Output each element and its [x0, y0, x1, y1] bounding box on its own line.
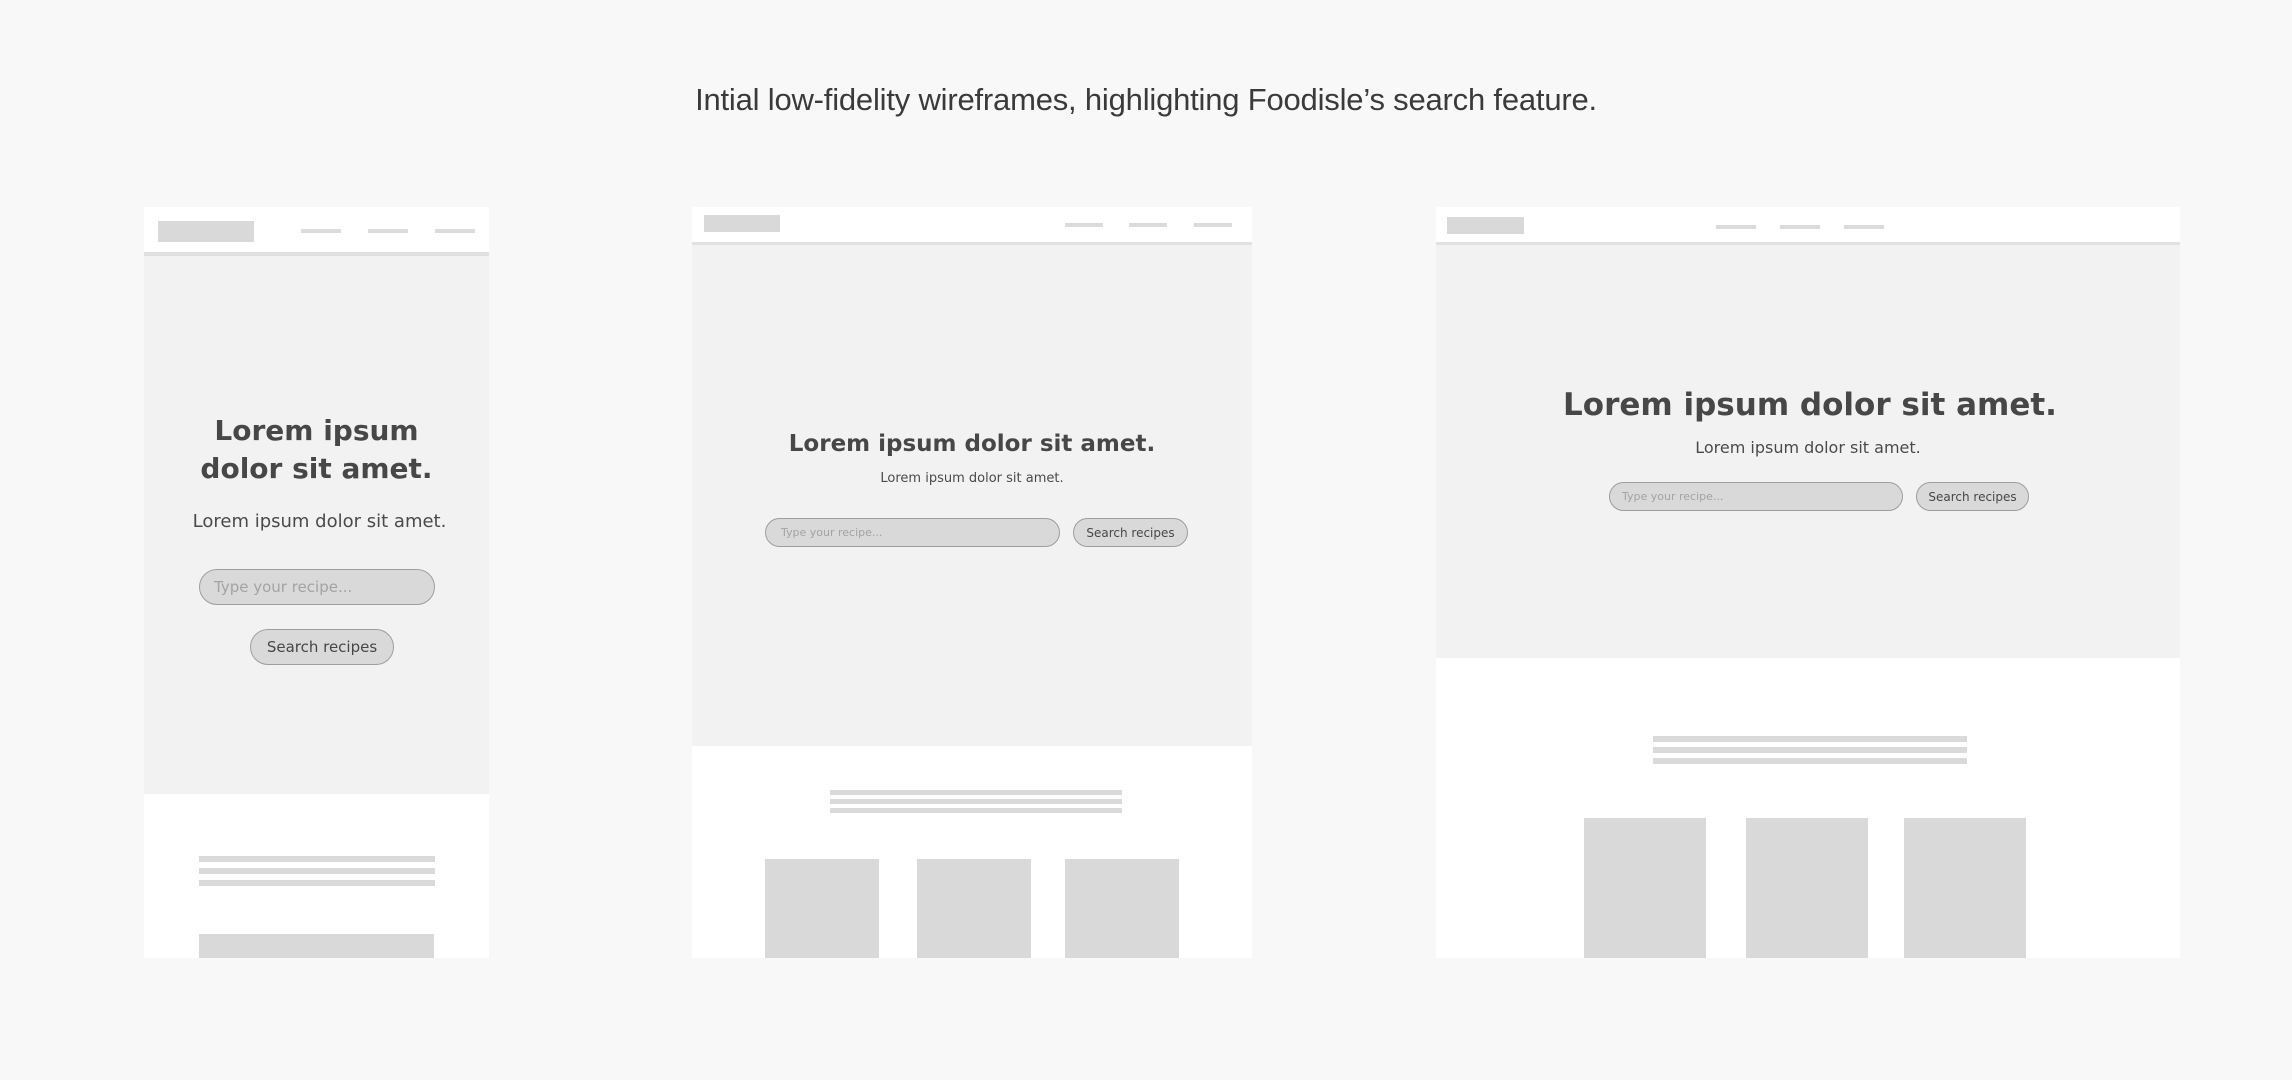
recipe-card-placeholder[interactable] — [199, 934, 434, 958]
logo-placeholder[interactable] — [704, 215, 780, 232]
recipe-card-placeholder[interactable] — [1904, 818, 2026, 958]
hero-subtitle: Lorem ipsum dolor sit amet. — [192, 511, 447, 532]
nav-link-1[interactable] — [301, 229, 341, 233]
text-placeholder-line — [830, 799, 1122, 804]
search-recipes-button[interactable]: Search recipes — [1073, 518, 1188, 547]
search-input-placeholder: Type your recipe... — [214, 578, 353, 596]
recipe-card-placeholder[interactable] — [1065, 859, 1179, 958]
text-placeholder-line — [830, 808, 1122, 813]
text-placeholder-line — [1653, 736, 1967, 742]
text-placeholder-line — [199, 880, 435, 886]
hero-title: Lorem ipsum dolor sit amet. — [1563, 387, 2057, 423]
hero-subtitle: Lorem ipsum dolor sit amet. — [1695, 438, 1921, 457]
desktop-nav-bar — [1436, 207, 2180, 242]
logo-placeholder[interactable] — [158, 221, 254, 242]
hero-title: Lorem ipsum dolor sit amet. — [788, 431, 1156, 457]
search-input[interactable]: Type your recipe... — [199, 569, 435, 605]
tablet-hero: Lorem ipsum dolor sit amet. Lorem ipsum … — [692, 245, 1252, 746]
search-input-placeholder: Type your recipe... — [1622, 490, 1724, 503]
desktop-wireframe: Lorem ipsum dolor sit amet. Lorem ipsum … — [1436, 207, 2180, 958]
text-placeholder-line — [1653, 758, 1967, 764]
hero-title: Lorem ipsum dolor sit amet. — [200, 414, 433, 485]
mobile-hero: Lorem ipsum dolor sit amet. Lorem ipsum … — [144, 256, 489, 794]
nav-link-3[interactable] — [1844, 225, 1884, 229]
nav-link-1[interactable] — [1065, 223, 1103, 227]
text-placeholder-line — [1653, 747, 1967, 753]
hero-subtitle: Lorem ipsum dolor sit amet. — [880, 471, 1064, 486]
recipe-card-placeholder[interactable] — [1746, 818, 1868, 958]
search-recipes-button[interactable]: Search recipes — [250, 629, 394, 665]
search-input[interactable]: Type your recipe... — [1609, 482, 1903, 511]
recipe-card-placeholder[interactable] — [917, 859, 1031, 958]
mobile-wireframe: Lorem ipsum dolor sit amet. Lorem ipsum … — [144, 207, 489, 958]
nav-link-2[interactable] — [368, 229, 408, 233]
search-recipes-button[interactable]: Search recipes — [1916, 482, 2029, 511]
page-caption: Intial low-fidelity wireframes, highligh… — [695, 82, 1597, 117]
nav-link-3[interactable] — [435, 229, 475, 233]
text-placeholder-line — [830, 790, 1122, 795]
nav-link-2[interactable] — [1780, 225, 1820, 229]
desktop-hero: Lorem ipsum dolor sit amet. Lorem ipsum … — [1436, 245, 2180, 658]
recipe-card-placeholder[interactable] — [1584, 818, 1706, 958]
tablet-nav-bar — [692, 207, 1252, 242]
tablet-wireframe: Lorem ipsum dolor sit amet. Lorem ipsum … — [692, 207, 1252, 958]
logo-placeholder[interactable] — [1447, 217, 1524, 234]
search-input-placeholder: Type your recipe... — [781, 526, 883, 539]
search-input[interactable]: Type your recipe... — [765, 518, 1060, 547]
text-placeholder-line — [199, 868, 435, 874]
nav-link-1[interactable] — [1716, 225, 1756, 229]
text-placeholder-line — [199, 856, 435, 862]
mobile-nav-bar — [144, 207, 489, 253]
recipe-card-placeholder[interactable] — [765, 859, 879, 958]
nav-link-2[interactable] — [1129, 223, 1167, 227]
nav-link-3[interactable] — [1194, 223, 1232, 227]
